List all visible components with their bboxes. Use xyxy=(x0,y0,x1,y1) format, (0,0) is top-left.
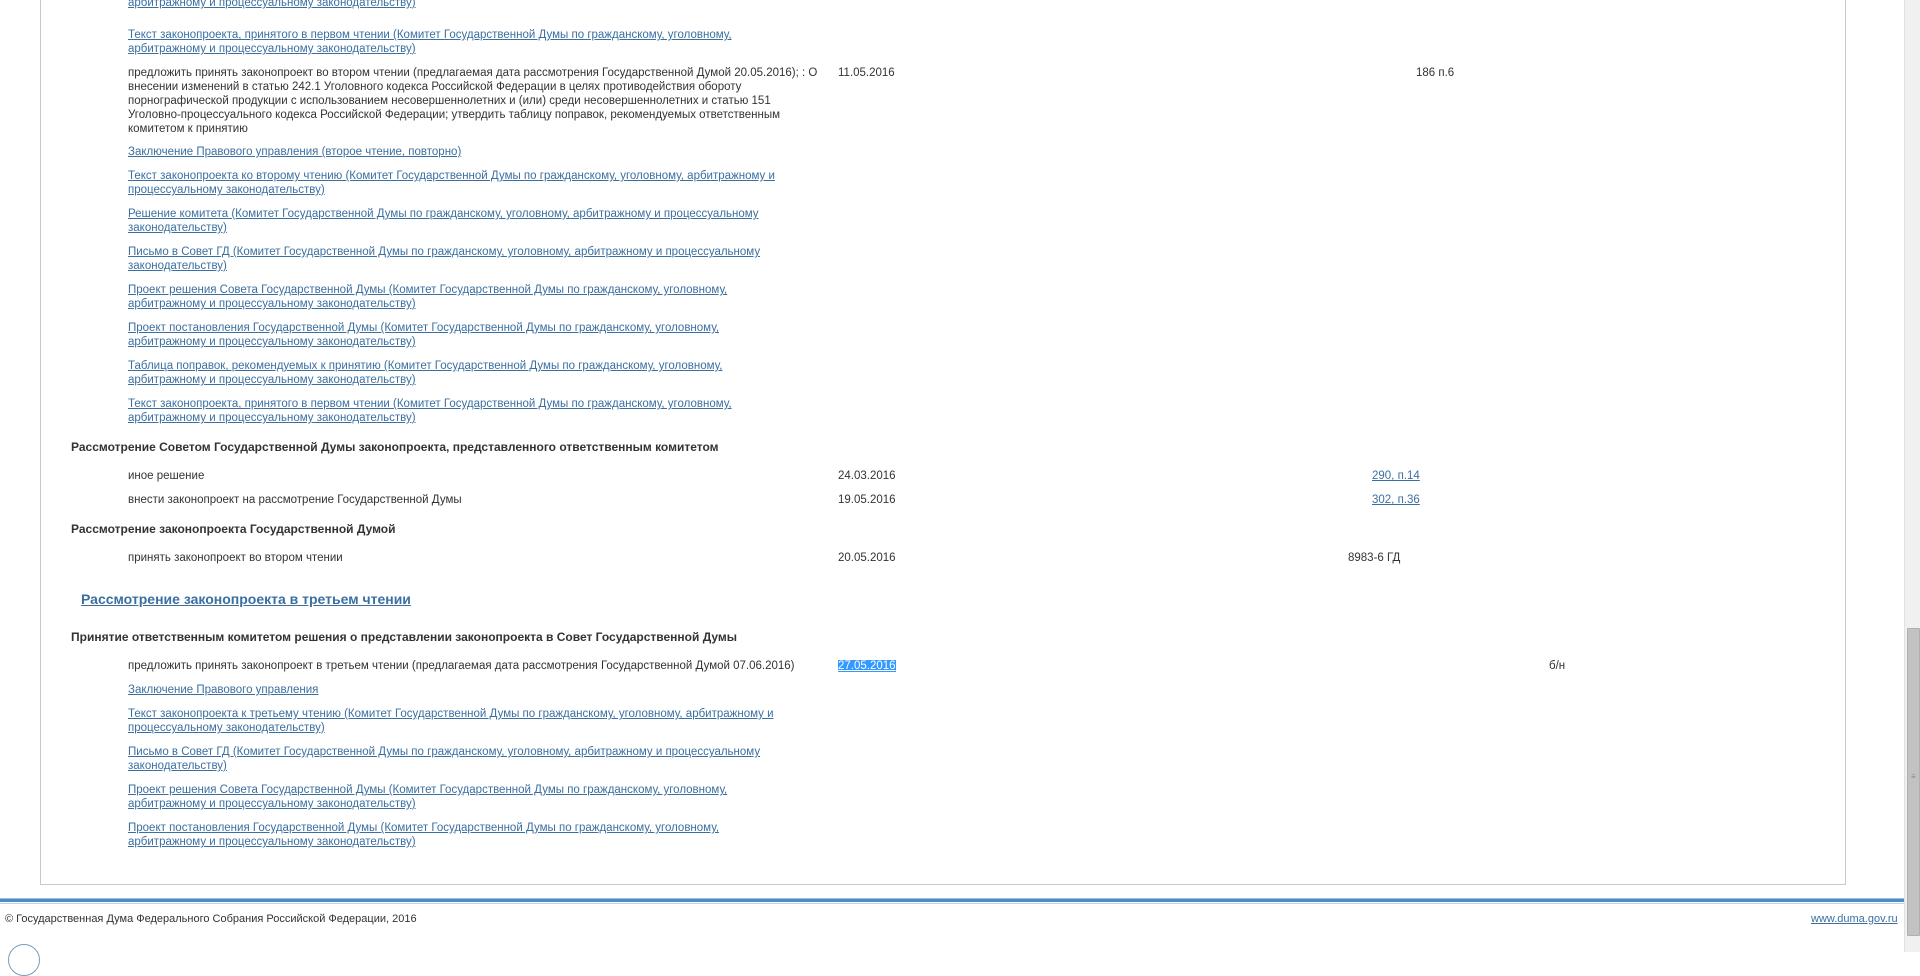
footer-divider xyxy=(0,898,1904,902)
event-number: 186 п.6 xyxy=(1416,67,1455,79)
doc-link-legal-conclusion-third[interactable]: Заключение Правового управления xyxy=(128,683,318,697)
event-second-reading-proposal: предложить принять законопроект во второ… xyxy=(128,67,818,135)
doc-link-legal-conclusion[interactable]: Заключение Правового управления (второе … xyxy=(128,145,768,159)
event-date-selected[interactable]: 27.05.2016 xyxy=(838,659,896,673)
event-date: 20.05.2016 xyxy=(838,552,896,564)
doc-link-first-reading-text[interactable]: Текст законопроекта, принятого в первом … xyxy=(128,28,768,56)
doc-link-partial[interactable]: арбитражному и процессуальному законодат… xyxy=(128,0,768,10)
doc-link-first-reading-text-2[interactable]: Текст законопроекта, принятого в первом … xyxy=(128,397,768,425)
doc-link-third-reading-text[interactable]: Текст законопроекта к третьему чтению (К… xyxy=(128,707,818,735)
protocol-link-302[interactable]: 302, п.36 xyxy=(1372,493,1420,507)
doc-link-letter-council[interactable]: Письмо в Совет ГД (Комитет Государственн… xyxy=(128,245,808,273)
footer-copyright: © Государственная Дума Федерального Собр… xyxy=(5,913,417,925)
doc-link-resolution-draft[interactable]: Проект постановления Государственной Дум… xyxy=(128,321,768,349)
event-date: 11.05.2016 xyxy=(838,67,895,79)
event-second-reading-adopted: принять законопроект во втором чтении xyxy=(128,552,343,564)
footer-site-link[interactable]: www.duma.gov.ru xyxy=(1811,913,1898,925)
doc-link-council-decision-draft-third[interactable]: Проект решения Совета Государственной Ду… xyxy=(128,783,768,811)
protocol-link-290[interactable]: 290, п.14 xyxy=(1372,469,1420,483)
event-other-decision: иное решение xyxy=(128,470,205,482)
grip-icon: ≡ xyxy=(1911,772,1916,781)
footer-divider-thin xyxy=(0,903,1904,904)
event-date: 19.05.2016 xyxy=(838,494,896,506)
event-number: б/н xyxy=(1549,660,1566,672)
selected-date-text: 27.05.2016 xyxy=(838,660,896,672)
doc-link-resolution-draft-third[interactable]: Проект постановления Государственной Дум… xyxy=(128,821,768,849)
doc-link-letter-council-third[interactable]: Письмо в Совет ГД (Комитет Государственн… xyxy=(128,745,808,773)
section-heading-council: Рассмотрение Советом Государственной Дум… xyxy=(71,440,719,454)
doc-link-second-reading-text[interactable]: Текст законопроекта ко второму чтению (К… xyxy=(128,169,818,197)
section-heading-committee-submission: Принятие ответственным комитетом решения… xyxy=(71,630,738,644)
doc-link-amendments-table[interactable]: Таблица поправок, рекомендуемых к принят… xyxy=(128,359,768,387)
section-heading-duma: Рассмотрение законопроекта Государственн… xyxy=(71,522,396,536)
resolution-number: 8983-6 ГД xyxy=(1348,552,1401,564)
event-date: 24.03.2016 xyxy=(838,470,896,482)
event-submit-to-duma: внести законопроект на рассмотрение Госу… xyxy=(128,494,462,506)
stage-heading-third-reading[interactable]: Рассмотрение законопроекта в третьем чте… xyxy=(81,591,411,607)
page-scrollbar[interactable]: ≡ xyxy=(1904,0,1920,952)
scrollbar-thumb[interactable]: ≡ xyxy=(1907,628,1920,936)
event-third-reading-proposal: предложить принять законопроект в третье… xyxy=(128,660,795,672)
duma-seal-icon xyxy=(8,944,40,976)
doc-link-committee-decision[interactable]: Решение комитета (Комитет Государственно… xyxy=(128,207,808,235)
doc-link-council-decision-draft[interactable]: Проект решения Совета Государственной Ду… xyxy=(128,283,768,311)
